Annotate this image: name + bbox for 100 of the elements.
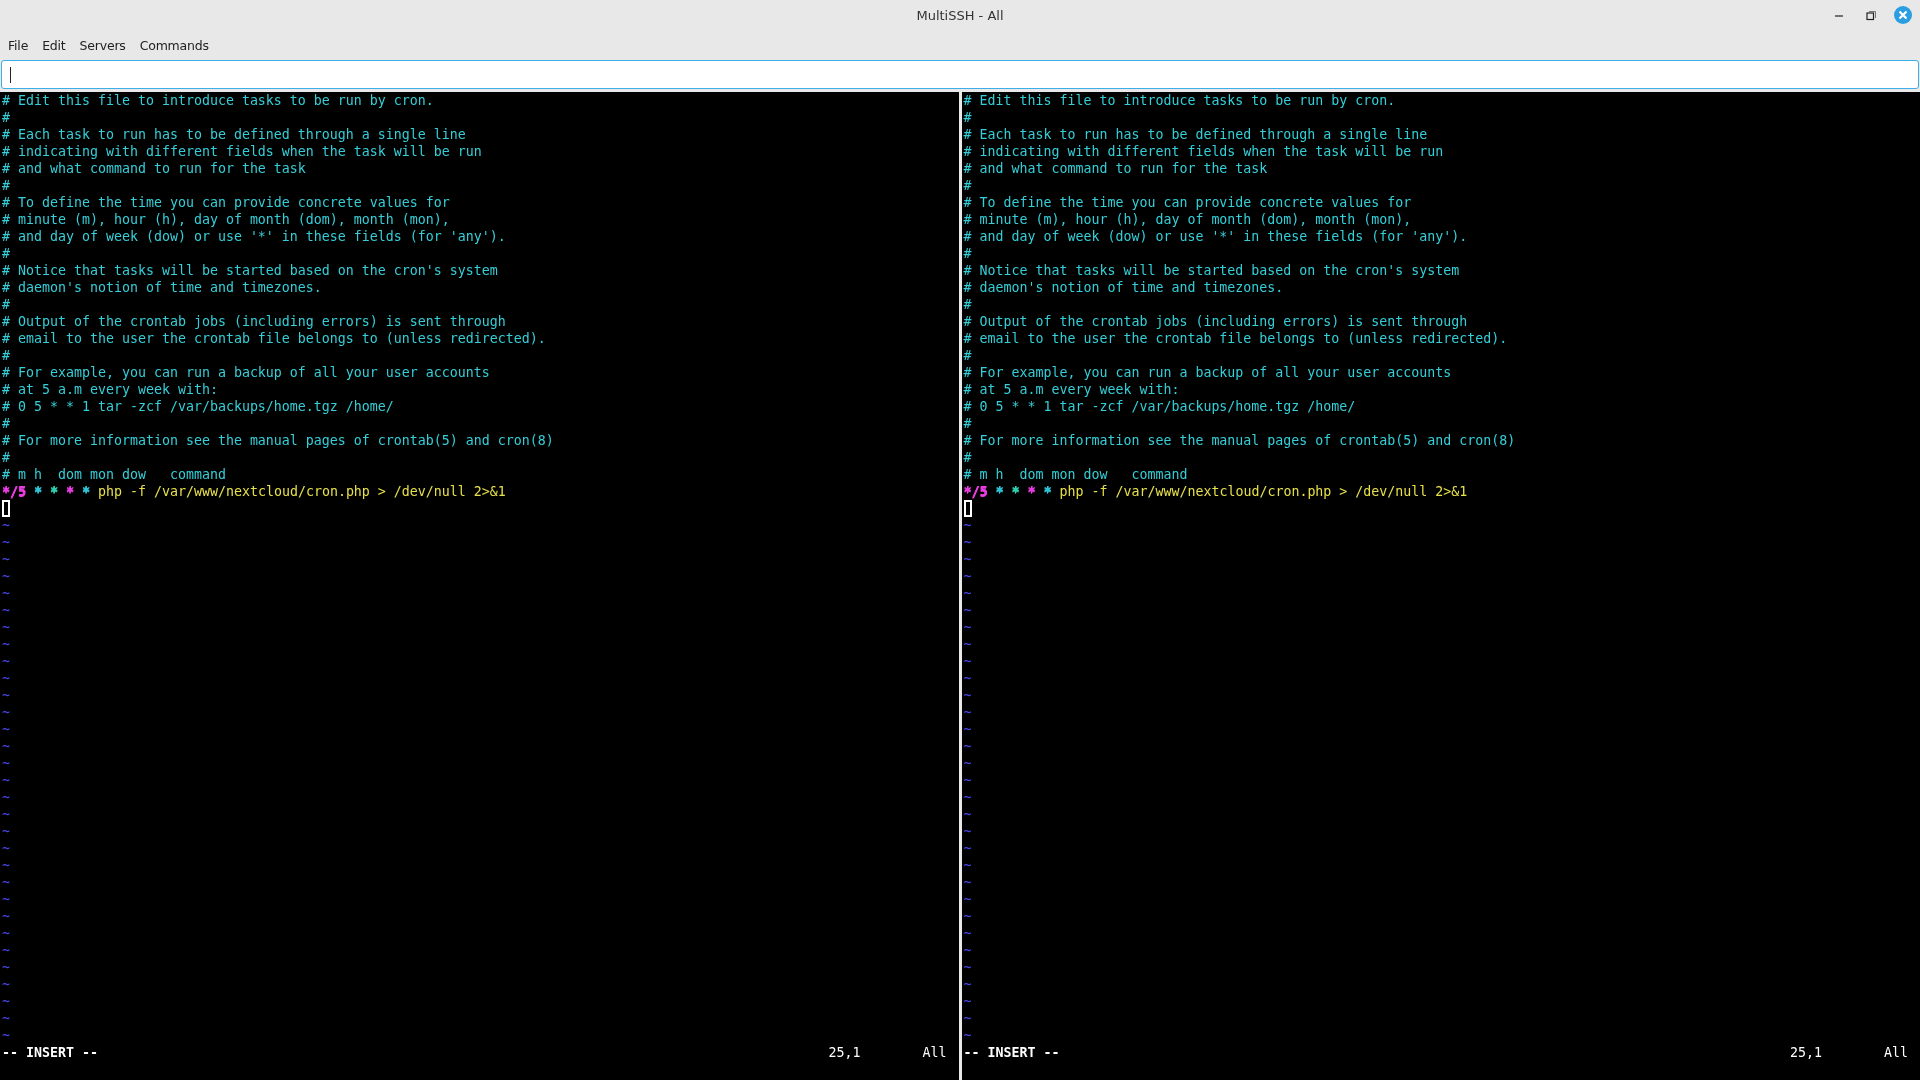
comment-line: # Notice that tasks will be started based on the cron's system (963, 262, 1460, 279)
comment-line: # Edit this file to introduce tasks to be run by cron. (963, 92, 1396, 109)
empty-line-marker: ~ (2, 551, 10, 568)
empty-line-marker: ~ (2, 908, 10, 925)
menu-item[interactable]: Edit (42, 36, 66, 56)
close-button[interactable] (1892, 4, 1914, 26)
comment-line: # (963, 347, 972, 364)
comment-line: # at 5 a.m every week with: (963, 381, 1180, 398)
comment-line: # For example, you can run a backup of all your user accounts (963, 364, 1452, 381)
mode-indicator: -- INSERT -- (2, 1044, 98, 1061)
comment-line: # Each task to run has to be defined through a single line (963, 126, 1428, 143)
empty-line-marker: ~ (2, 568, 10, 585)
empty-line-marker: ~ (963, 585, 972, 602)
menu-item[interactable]: Servers (79, 36, 126, 56)
comment-line: # (963, 415, 972, 432)
comment-line: # m h dom mon dow command (963, 466, 1188, 483)
comment-line: # 0 5 * * 1 tar -zcf /var/backups/home.tgz /home/ (963, 398, 1356, 415)
empty-line-marker: ~ (963, 721, 972, 738)
comment-line: # (2, 109, 10, 126)
comment-line: # (2, 296, 10, 313)
empty-line-marker: ~ (2, 738, 10, 755)
empty-line-marker: ~ (2, 1027, 10, 1044)
text-cursor (963, 500, 972, 517)
close-icon (1893, 5, 1913, 25)
comment-line: # (2, 415, 10, 432)
comment-line: # minute (m), hour (h), day of month (dom), month (mon), (2, 211, 450, 228)
empty-line-marker: ~ (2, 925, 10, 942)
comment-line: # and what command to run for the task (2, 160, 306, 177)
restore-icon (1865, 9, 1877, 21)
comment-line: # m h dom mon dow command (2, 466, 226, 483)
comment-line: # (963, 245, 972, 262)
empty-line-marker: ~ (963, 840, 972, 857)
cursor-position: 25,1 (1790, 1044, 1822, 1061)
mode-indicator: -- INSERT -- (963, 1044, 1060, 1061)
comment-line: # (963, 449, 972, 466)
comment-line: # (2, 177, 10, 194)
comment-line: # Edit this file to introduce tasks to be run by cron. (2, 92, 434, 109)
comment-line: # (2, 449, 10, 466)
cron-command: php -f /var/www/nextcloud/cron.php > /dev/null 2>&1 (1059, 483, 1468, 500)
comment-line: # email to the user the crontab file belongs to (unless redirected). (2, 330, 546, 347)
comment-line: # (2, 347, 10, 364)
empty-line-marker: ~ (2, 755, 10, 772)
empty-line-marker: ~ (963, 993, 972, 1010)
empty-line-marker: ~ (963, 891, 972, 908)
cron-field: * (66, 483, 74, 500)
empty-line-marker: ~ (2, 636, 10, 653)
empty-line-marker: ~ (2, 653, 10, 670)
comment-line: # minute (m), hour (h), day of month (dom), month (mon), (963, 211, 1412, 228)
empty-line-marker: ~ (2, 993, 10, 1010)
comment-line: # Output of the crontab jobs (including errors) is sent through (2, 313, 506, 330)
comment-line: # email to the user the crontab file belongs to (unless redirected). (963, 330, 1508, 347)
comment-line: # (2, 245, 10, 262)
menu-item[interactable]: Commands (139, 36, 209, 56)
empty-line-marker: ~ (2, 840, 10, 857)
comment-line: # indicating with different fields when the task will be run (963, 143, 1444, 160)
empty-line-marker: ~ (963, 772, 972, 789)
empty-line-marker: ~ (963, 687, 972, 704)
comment-line: # 0 5 * * 1 tar -zcf /var/backups/home.tgz /home/ (2, 398, 394, 415)
empty-line-marker: ~ (2, 874, 10, 891)
empty-line-marker: ~ (2, 772, 10, 789)
window-title: MultiSSH - All (916, 7, 1004, 26)
empty-line-marker: ~ (2, 517, 10, 534)
cursor-position: 25,1 (828, 1044, 861, 1061)
empty-line-marker: ~ (2, 976, 10, 993)
empty-line-marker: ~ (963, 534, 972, 551)
comment-line: # (963, 177, 972, 194)
cron-field: * (82, 483, 90, 500)
empty-line-marker: ~ (963, 789, 972, 806)
empty-line-marker: ~ (2, 823, 10, 840)
comment-line: # To define the time you can provide concrete values for (963, 194, 1412, 211)
empty-line-marker: ~ (963, 619, 972, 636)
cron-field: * (34, 483, 42, 500)
empty-line-marker: ~ (963, 857, 972, 874)
empty-line-marker: ~ (2, 789, 10, 806)
empty-line-marker: ~ (2, 721, 10, 738)
empty-line-marker: ~ (2, 687, 10, 704)
empty-line-marker: ~ (963, 823, 972, 840)
cron-command: php -f /var/www/nextcloud/cron.php > /dev/null 2>&1 (98, 483, 506, 500)
cron-field: */5 (2, 483, 26, 500)
empty-line-marker: ~ (963, 1010, 972, 1027)
empty-line-marker: ~ (2, 857, 10, 874)
comment-line: # Each task to run has to be defined through a single line (2, 126, 466, 143)
empty-line-marker: ~ (963, 636, 972, 653)
comment-line: # and day of week (dow) or use '*' in these fields (for 'any'). (2, 228, 506, 245)
menu-item[interactable]: File (8, 36, 29, 56)
comment-line: # For more information see the manual pages of crontab(5) and cron(8) (963, 432, 1516, 449)
empty-line-marker: ~ (963, 704, 972, 721)
scroll-indicator: All (922, 1044, 947, 1061)
cron-field: * (1027, 483, 1036, 500)
comment-line: # indicating with different fields when the task will be run (2, 143, 482, 160)
comment-line: # To define the time you can provide concrete values for (2, 194, 450, 211)
empty-line-marker: ~ (963, 517, 972, 534)
comment-line: # (963, 296, 972, 313)
comment-line: # daemon's notion of time and timezones. (2, 279, 322, 296)
comment-line: # and day of week (dow) or use '*' in these fields (for 'any'). (963, 228, 1468, 245)
empty-line-marker: ~ (963, 976, 972, 993)
empty-line-marker: ~ (963, 551, 972, 568)
cron-field: * (995, 483, 1004, 500)
command-field[interactable] (1, 60, 1919, 89)
empty-line-marker: ~ (2, 891, 10, 908)
